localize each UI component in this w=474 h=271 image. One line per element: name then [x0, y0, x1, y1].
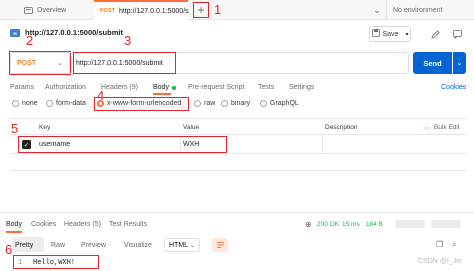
radio-none[interactable]: none	[12, 100, 38, 107]
wrap-lines-button[interactable]	[212, 238, 228, 252]
tab-overview[interactable]: Overview	[14, 0, 92, 20]
watermark: CSDN @I_Jer	[418, 258, 463, 265]
svg-text:H: H	[13, 31, 16, 36]
comments-icon[interactable]	[450, 28, 464, 40]
annotation-box-2	[9, 51, 71, 75]
search-icon[interactable]: ⌕	[452, 240, 456, 250]
tab-params[interactable]: Params	[10, 84, 34, 91]
cookies-link[interactable]: Cookies	[441, 84, 466, 91]
save-icon	[371, 29, 380, 39]
annotation-label-3: 3	[124, 33, 132, 48]
table-empty-row[interactable]	[10, 154, 466, 171]
response-tab-cookies[interactable]: Cookies	[31, 221, 56, 228]
http-request-icon: H	[10, 28, 20, 37]
copy-icon[interactable]: ❐	[436, 240, 443, 249]
format-pretty[interactable]: Pretty	[15, 242, 33, 249]
save-dropdown-icon: ▾	[405, 31, 409, 38]
environment-select[interactable]: No environment	[386, 0, 474, 20]
radio-none-label: none	[22, 100, 38, 107]
radio-dot	[194, 100, 201, 107]
send-label: Send	[423, 58, 442, 68]
more-options-icon[interactable]: ⋯	[423, 124, 430, 132]
format-preview[interactable]: Preview	[81, 242, 106, 249]
response-time: 15 ms	[342, 221, 360, 228]
tab-pre-request-script[interactable]: Pre-request Script	[188, 84, 244, 91]
format-raw[interactable]: Raw	[51, 242, 65, 249]
tab-request-method: POST	[100, 8, 115, 14]
annotation-label-2: 2	[26, 33, 34, 48]
annotation-box-1	[193, 2, 209, 18]
globe-icon: ⊕	[305, 220, 312, 229]
radio-binary-label: binary	[231, 100, 251, 107]
format-visualize[interactable]: Visualize	[124, 242, 152, 249]
response-status: 200 OK	[317, 221, 340, 228]
save-response-button[interactable]	[395, 220, 425, 228]
response-options-button[interactable]	[431, 220, 461, 228]
request-title[interactable]: http://127.0.0.1:5000/submit	[25, 28, 123, 37]
tab-request-label: http://127.0.0.1:5000/s	[118, 7, 189, 15]
radio-raw-label: raw	[204, 100, 216, 107]
edit-icon[interactable]	[428, 28, 442, 40]
overview-icon	[24, 6, 33, 15]
response-divider	[0, 212, 474, 213]
format-select-label: HTML	[169, 241, 189, 249]
body-tab-underline	[153, 93, 171, 95]
annotation-box-5	[18, 136, 227, 153]
send-button[interactable]: Send	[413, 52, 452, 74]
radio-dot	[12, 100, 19, 107]
radio-binary[interactable]: binary	[221, 100, 250, 107]
column-header-value: Value	[183, 124, 200, 131]
chevron-down-icon: ⌄	[456, 60, 463, 67]
wrap-icon	[216, 242, 224, 248]
response-tab-test-results[interactable]: Test Results	[109, 221, 147, 228]
chevron-down-icon: ⌄	[189, 242, 195, 249]
chevron-down-icon[interactable]: ⌄	[371, 4, 383, 16]
radio-form-data[interactable]: form-data	[46, 100, 86, 107]
format-select[interactable]: HTML ⌄	[164, 238, 200, 252]
body-status-dot	[172, 86, 176, 90]
radio-dot	[221, 100, 228, 107]
tab-request[interactable]: POST http://127.0.0.1:5000/s	[94, 0, 189, 20]
send-options-button[interactable]: ⌄	[453, 52, 466, 74]
environment-label: No environment	[393, 6, 443, 14]
response-tab-underline	[6, 231, 22, 233]
radio-form-data-label: form-data	[56, 100, 86, 107]
annotation-label-1: 1	[214, 2, 222, 17]
radio-dot	[260, 100, 267, 107]
response-tab-headers[interactable]: Headers (5)	[64, 221, 101, 228]
radio-graphql[interactable]: GraphQL	[260, 100, 299, 107]
tab-headers[interactable]: Headers (9)	[101, 84, 138, 91]
column-header-description: Description	[325, 124, 358, 131]
table-top-border	[10, 118, 466, 119]
response-actions	[388, 218, 468, 230]
radio-raw[interactable]: raw	[194, 100, 215, 107]
annotation-box-3	[73, 52, 176, 74]
save-label: Save	[382, 30, 399, 38]
response-size: 184 B	[366, 221, 383, 228]
tab-settings[interactable]: Settings	[289, 84, 314, 91]
annotation-box-4	[94, 97, 189, 111]
tab-authorization[interactable]: Authorization	[45, 84, 86, 91]
response-tab-body[interactable]: Body	[6, 221, 22, 228]
bulk-edit-link[interactable]: Bulk Edit	[434, 124, 460, 131]
tab-body[interactable]: Body	[153, 84, 169, 91]
tab-overview-label: Overview	[37, 6, 67, 14]
table-header-border	[10, 134, 466, 135]
radio-graphql-label: GraphQL	[270, 100, 299, 107]
annotation-box-6	[13, 255, 99, 269]
save-button[interactable]: Save ▾	[369, 26, 411, 42]
tab-tests[interactable]: Tests	[258, 84, 274, 91]
column-header-key: Key	[39, 124, 51, 131]
column-divider	[322, 136, 323, 153]
radio-dot	[46, 100, 53, 107]
